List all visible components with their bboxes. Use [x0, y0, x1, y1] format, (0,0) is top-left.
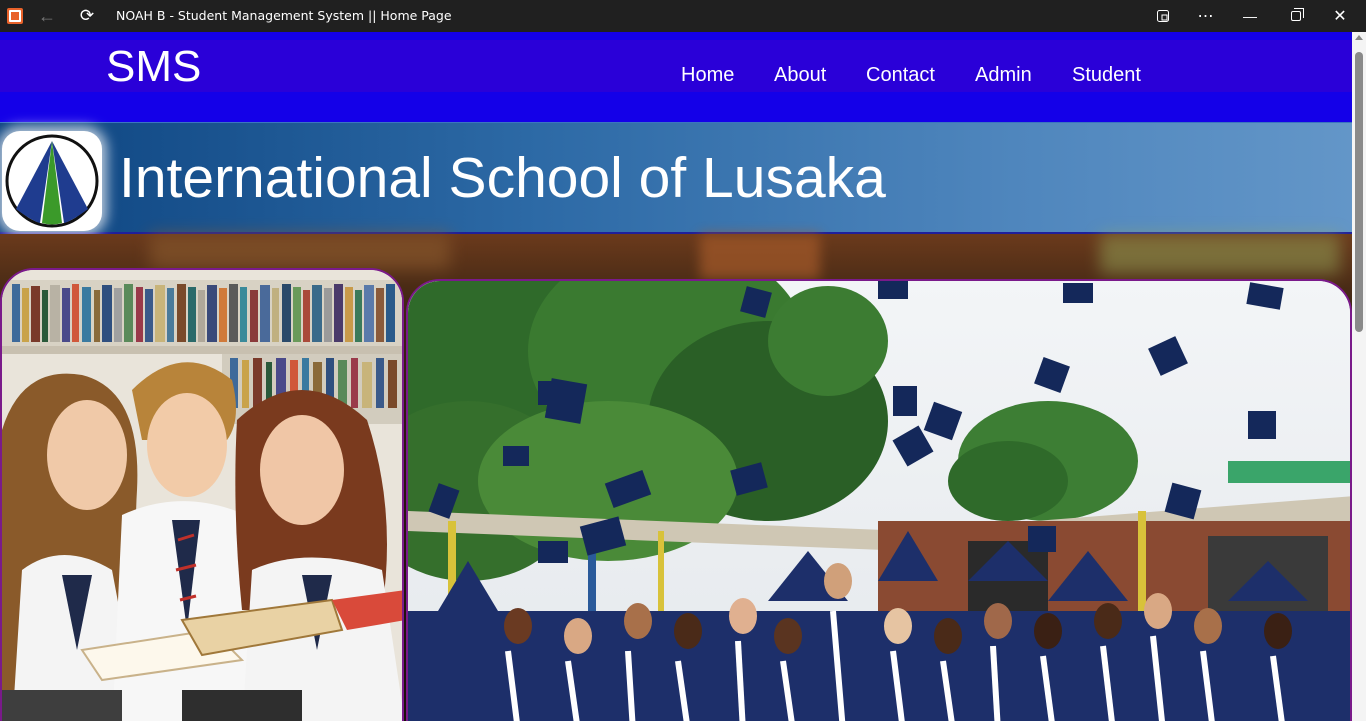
background-blur: [1100, 234, 1340, 274]
app-icon: [7, 8, 23, 24]
vertical-scrollbar[interactable]: [1352, 32, 1366, 721]
navbar: SMS Home About Contact Admin Student: [0, 32, 1352, 122]
school-banner: International School of Lusaka: [0, 122, 1352, 234]
window-title: NOAH B - Student Management System || Ho…: [116, 8, 452, 23]
cast-icon[interactable]: [1150, 0, 1176, 32]
school-logo: [2, 131, 102, 231]
students-reading-image: [2, 270, 402, 721]
graduation-photo: [406, 279, 1352, 721]
nav-link-home[interactable]: Home: [681, 64, 734, 87]
students-reading-photo: [0, 268, 404, 721]
page-content: SMS Home About Contact Admin Student Int…: [0, 32, 1352, 721]
nav-link-admin[interactable]: Admin: [975, 64, 1032, 87]
back-arrow-icon[interactable]: ←: [36, 0, 58, 32]
browser-viewport: SMS Home About Contact Admin Student Int…: [0, 32, 1366, 721]
nav-link-about[interactable]: About: [774, 64, 826, 87]
title-bar: ← ⟳ NOAH B - Student Management System |…: [0, 0, 1366, 32]
graduation-image: [408, 281, 1350, 721]
bookshelf: [12, 284, 395, 342]
school-crest-icon: [5, 134, 99, 228]
school-name-heading: International School of Lusaka: [119, 146, 886, 210]
background-blur: [150, 234, 450, 269]
nav-links: Home About Contact Admin Student: [0, 64, 1352, 94]
nav-link-contact[interactable]: Contact: [866, 64, 935, 87]
scroll-up-arrow-icon[interactable]: [1355, 35, 1363, 40]
nav-link-student[interactable]: Student: [1072, 64, 1141, 87]
close-icon[interactable]: ✕: [1320, 0, 1360, 32]
refresh-icon[interactable]: ⟳: [76, 0, 98, 32]
maximize-icon[interactable]: [1276, 0, 1316, 32]
background-blur: [700, 234, 820, 279]
minimize-icon[interactable]: —: [1230, 0, 1270, 32]
scrollbar-thumb[interactable]: [1355, 52, 1363, 332]
more-icon[interactable]: ⋯: [1192, 0, 1220, 32]
